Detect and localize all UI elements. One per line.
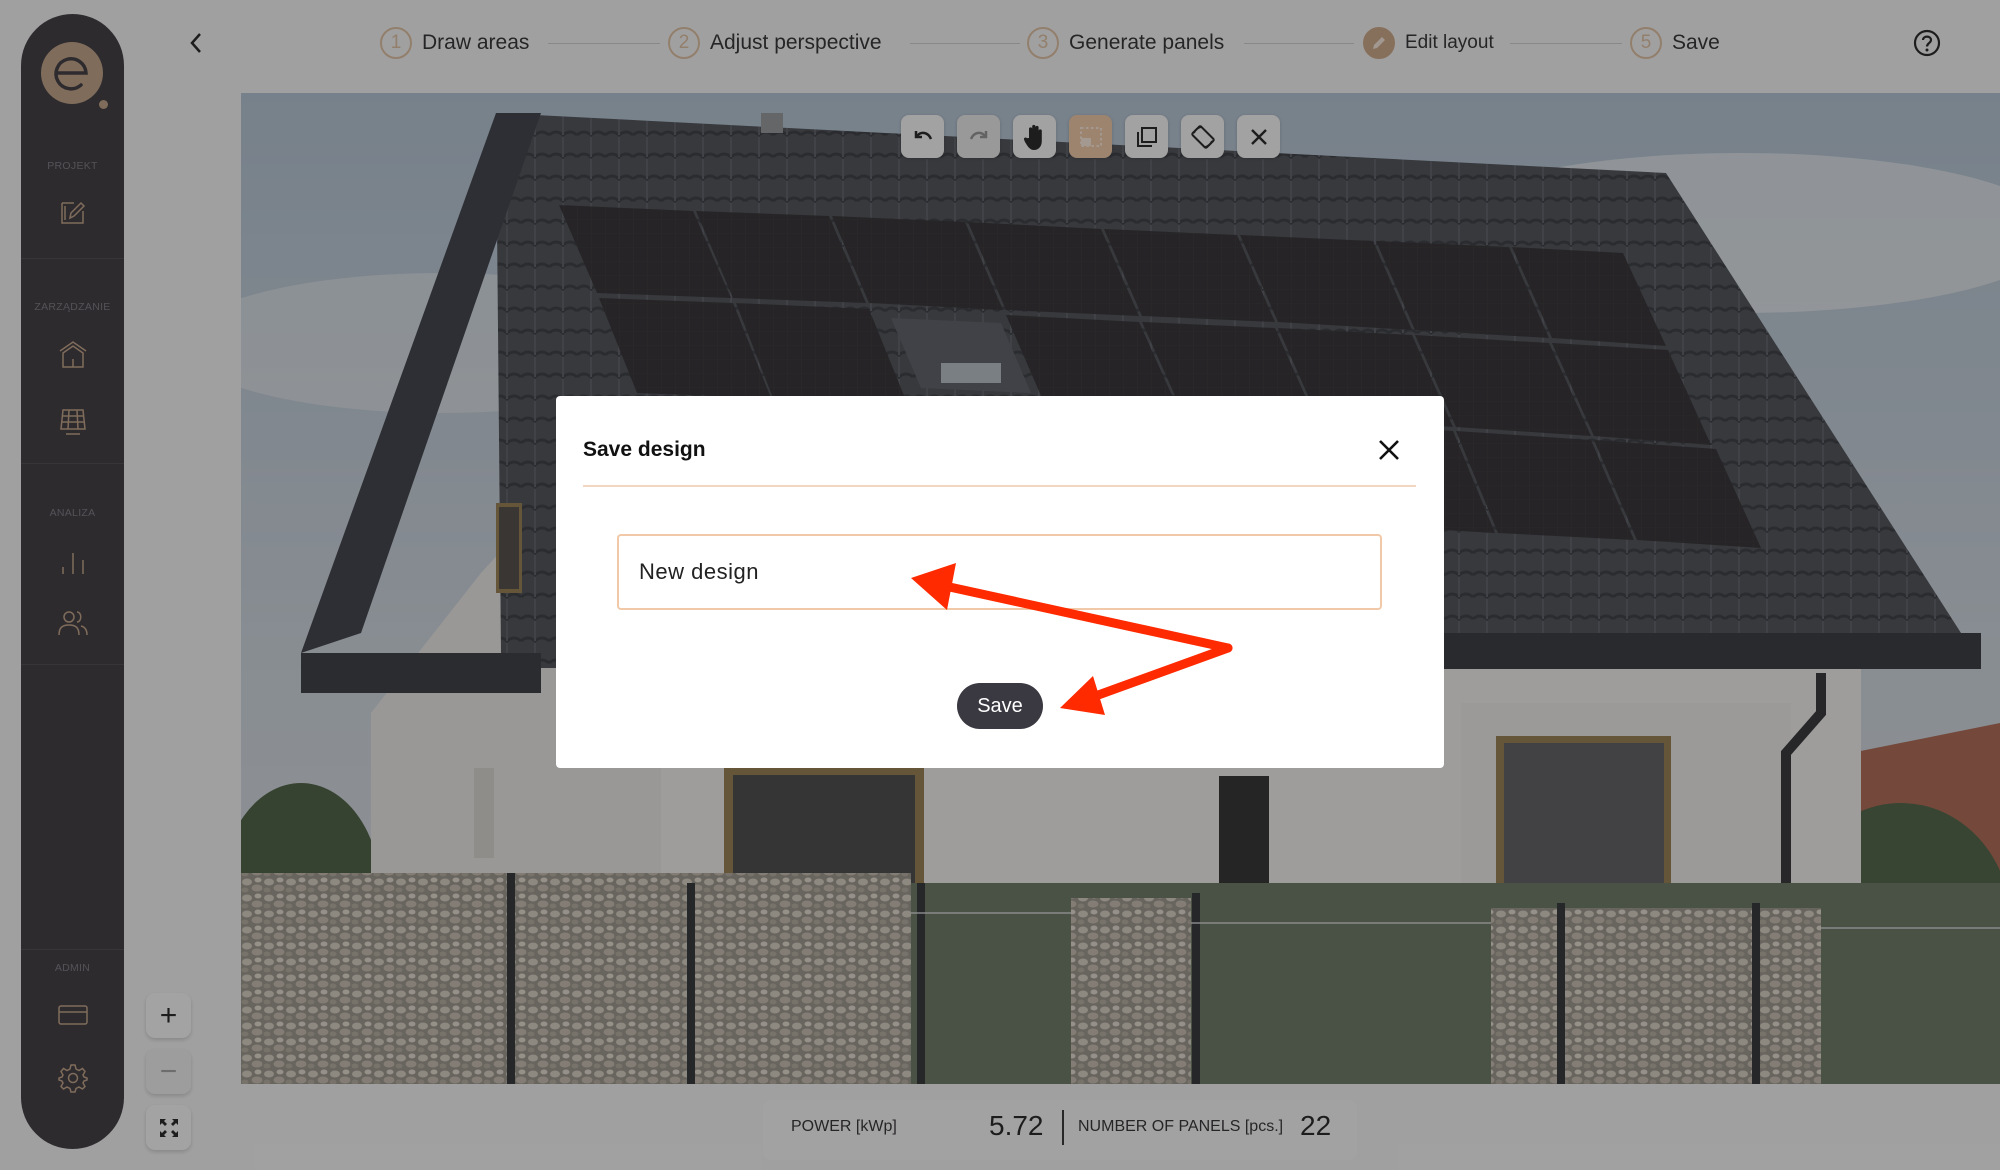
dialog-title: Save design <box>583 438 706 461</box>
save-button[interactable]: Save <box>957 683 1043 729</box>
close-icon <box>1379 440 1399 460</box>
design-name-input[interactable] <box>617 534 1382 610</box>
dialog-divider <box>583 485 1416 487</box>
close-dialog-button[interactable] <box>1375 436 1403 464</box>
save-design-dialog: Save design Save <box>556 396 1444 768</box>
